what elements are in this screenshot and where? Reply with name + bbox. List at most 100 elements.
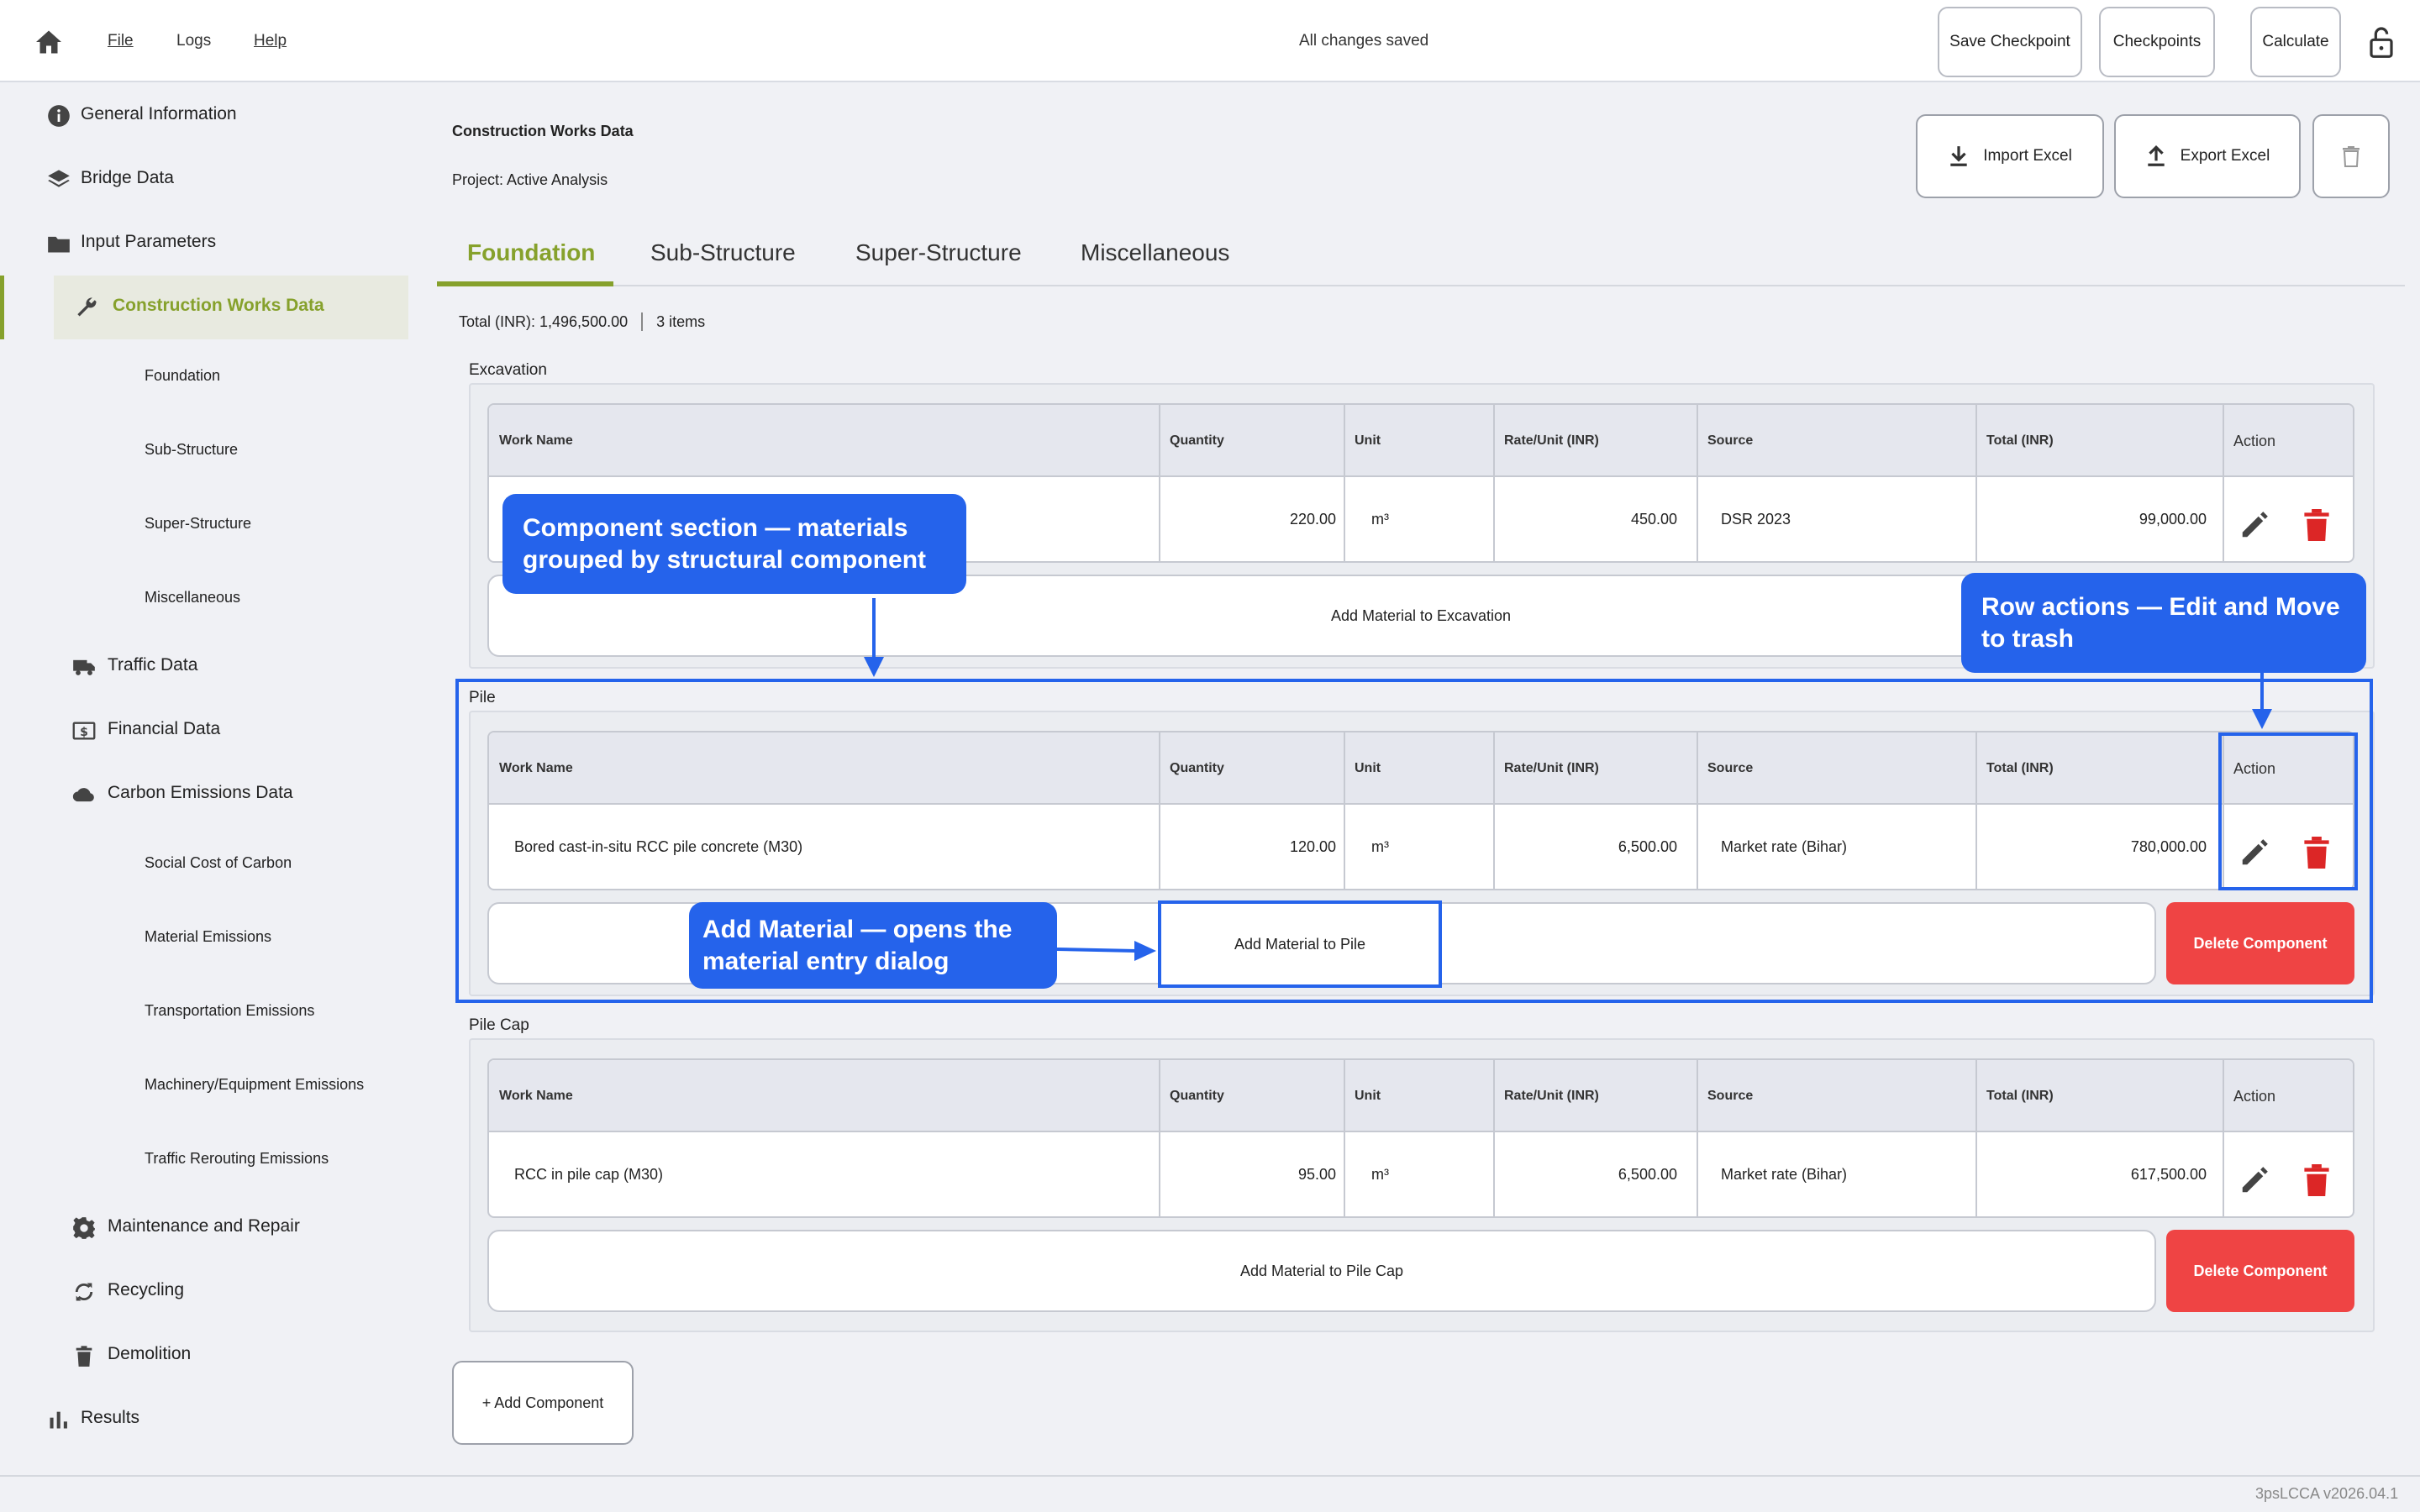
menu-logs[interactable]: Logs bbox=[176, 32, 211, 50]
sidebar-item-label: Results bbox=[81, 1408, 140, 1427]
save-checkpoint-button[interactable]: Save Checkpoint bbox=[1938, 7, 2082, 77]
item-count: 3 items bbox=[656, 312, 706, 330]
cloud-icon bbox=[72, 788, 94, 802]
trash-icon[interactable] bbox=[2304, 509, 2329, 541]
sidebar-item-label: General Information bbox=[81, 104, 237, 123]
home-icon[interactable] bbox=[34, 27, 64, 57]
sidebar-item-traffic-data[interactable]: Traffic Data bbox=[72, 655, 197, 675]
sidebar-item-label: Bridge Data bbox=[81, 168, 174, 187]
sidebar-item-label: Carbon Emissions Data bbox=[108, 783, 293, 802]
col-unit: Unit bbox=[1355, 433, 1381, 448]
delete-component-button-pile-cap[interactable]: Delete Component bbox=[2166, 1230, 2354, 1312]
download-icon bbox=[1950, 146, 1967, 166]
table-header-row bbox=[489, 1060, 2353, 1132]
sidebar-item-demolition[interactable]: Demolition bbox=[72, 1344, 192, 1367]
sidebar-item-results[interactable]: Results bbox=[47, 1408, 140, 1429]
info-icon bbox=[48, 105, 70, 127]
svg-text:$: $ bbox=[80, 726, 88, 739]
col-quantity: Quantity bbox=[1170, 1089, 1224, 1103]
divider bbox=[641, 312, 644, 331]
col-action: Action bbox=[2233, 432, 2276, 449]
sidebar-item-bridge-data[interactable]: Bridge Data bbox=[47, 168, 174, 188]
calculate-button[interactable]: Calculate bbox=[2250, 7, 2341, 77]
col-rate: Rate/Unit (INR) bbox=[1504, 433, 1599, 448]
highlight-add-material[interactable]: Add Material to Pile bbox=[1158, 900, 1442, 988]
dollar-icon: $ bbox=[72, 722, 96, 740]
sidebar-subitem-social-cost-of-carbon[interactable]: Social Cost of Carbon bbox=[145, 854, 292, 872]
add-material-button-pile-cap[interactable]: Add Material to Pile Cap bbox=[487, 1230, 2156, 1312]
sidebar-item-construction-works-data[interactable]: Construction Works Data bbox=[76, 296, 324, 317]
sidebar-item-label: Input Parameters bbox=[81, 232, 217, 251]
col-unit: Unit bbox=[1355, 1089, 1381, 1103]
checkpoints-button[interactable]: Checkpoints bbox=[2099, 7, 2215, 77]
materials-table-pile-cap: Work Name Quantity Unit Rate/Unit (INR) … bbox=[487, 1058, 2354, 1218]
sidebar-item-financial-data[interactable]: $ Financial Data bbox=[72, 719, 221, 740]
export-excel-label: Export Excel bbox=[2180, 147, 2270, 165]
sidebar-subitem-sub-structure[interactable]: Sub-Structure bbox=[145, 441, 238, 459]
col-quantity: Quantity bbox=[1170, 433, 1224, 448]
trash-icon bbox=[2343, 146, 2360, 167]
page-title: Construction Works Data bbox=[452, 123, 634, 139]
edit-icon[interactable] bbox=[2238, 509, 2270, 541]
tab-miscellaneous[interactable]: Miscellaneous bbox=[1081, 239, 1229, 266]
cell-work-name: RCC in pile cap (M30) bbox=[514, 1165, 664, 1183]
tab-bar-line bbox=[437, 285, 2405, 286]
sidebar-subitem-material-emissions[interactable]: Material Emissions bbox=[145, 928, 271, 946]
sidebar-item-label: Maintenance and Repair bbox=[108, 1216, 300, 1236]
sidebar-subitem-miscellaneous[interactable]: Miscellaneous bbox=[145, 589, 240, 606]
tab-super-structure[interactable]: Super-Structure bbox=[855, 239, 1022, 266]
highlight-row-actions bbox=[2218, 732, 2358, 890]
edit-icon[interactable] bbox=[2238, 1164, 2270, 1196]
sidebar-item-recycling[interactable]: Recycling bbox=[72, 1280, 185, 1301]
sidebar-item-input-parameters[interactable]: Input Parameters bbox=[47, 232, 217, 253]
sidebar-item-label: Demolition bbox=[108, 1344, 192, 1363]
col-work-name: Work Name bbox=[499, 433, 573, 448]
sidebar-subitem-machinery-equipment-emissions[interactable]: Machinery/Equipment Emissions bbox=[145, 1076, 364, 1094]
col-total: Total (INR) bbox=[1986, 1089, 2054, 1103]
menu-file[interactable]: File bbox=[108, 32, 134, 50]
callout-add-material: Add Material — opens the material entry … bbox=[689, 902, 1057, 989]
sidebar-item-label: Recycling bbox=[108, 1280, 185, 1299]
cell-source: Market rate (Bihar) bbox=[1721, 1165, 1848, 1183]
menu-help[interactable]: Help bbox=[254, 32, 287, 50]
cell-total: 99,000.00 bbox=[2139, 510, 2207, 528]
sidebar-item-general-information[interactable]: General Information bbox=[47, 104, 237, 127]
col-total: Total (INR) bbox=[1986, 433, 2054, 448]
clear-all-button[interactable] bbox=[2312, 114, 2390, 198]
active-tab-underline bbox=[437, 281, 613, 286]
tab-foundation[interactable]: Foundation bbox=[467, 239, 595, 266]
cell-quantity: 95.00 bbox=[1297, 1165, 1336, 1183]
export-excel-button[interactable]: Export Excel bbox=[2114, 114, 2301, 198]
sidebar-subitem-foundation[interactable]: Foundation bbox=[145, 367, 220, 385]
wrench-icon bbox=[77, 297, 97, 317]
sidebar-item-maintenance-and-repair[interactable]: Maintenance and Repair bbox=[72, 1216, 300, 1239]
trash-icon bbox=[76, 1346, 92, 1367]
sidebar-item-label: Construction Works Data bbox=[113, 296, 324, 315]
tab-sub-structure[interactable]: Sub-Structure bbox=[650, 239, 796, 266]
unlock-icon[interactable] bbox=[2368, 25, 2395, 59]
sidebar-item-carbon-emissions-data[interactable]: Carbon Emissions Data bbox=[72, 783, 293, 803]
sidebar-subitem-transportation-emissions[interactable]: Transportation Emissions bbox=[145, 1002, 314, 1020]
col-work-name: Work Name bbox=[499, 1089, 573, 1103]
cell-rate: 6,500.00 bbox=[1618, 1165, 1677, 1183]
version-label: 3psLCCA v2026.04.1 bbox=[2255, 1485, 2399, 1502]
cell-unit: m³ bbox=[1371, 1165, 1389, 1183]
truck-icon bbox=[73, 659, 95, 675]
active-nav-indicator bbox=[0, 276, 4, 339]
import-excel-button[interactable]: Import Excel bbox=[1916, 114, 2104, 198]
folder-icon bbox=[48, 236, 70, 253]
import-excel-label: Import Excel bbox=[1983, 147, 2072, 165]
sidebar-subitem-traffic-rerouting-emissions[interactable]: Traffic Rerouting Emissions bbox=[145, 1150, 329, 1168]
top-bar: File Logs Help All changes saved Save Ch… bbox=[0, 0, 2420, 82]
col-rate: Rate/Unit (INR) bbox=[1504, 1089, 1599, 1103]
col-source: Source bbox=[1707, 433, 1754, 448]
add-component-button[interactable]: + Add Component bbox=[452, 1361, 634, 1445]
sidebar-item-label: Financial Data bbox=[108, 719, 221, 738]
section-label-excavation: Excavation bbox=[469, 361, 547, 379]
total-amount: Total (INR): 1,496,500.00 bbox=[459, 312, 629, 330]
trash-icon[interactable] bbox=[2304, 1164, 2329, 1196]
project-name: Project: Active Analysis bbox=[452, 171, 608, 188]
sidebar-subitem-super-structure[interactable]: Super-Structure bbox=[145, 515, 251, 533]
gear-icon bbox=[73, 1217, 95, 1239]
table-header-row bbox=[489, 405, 2353, 477]
